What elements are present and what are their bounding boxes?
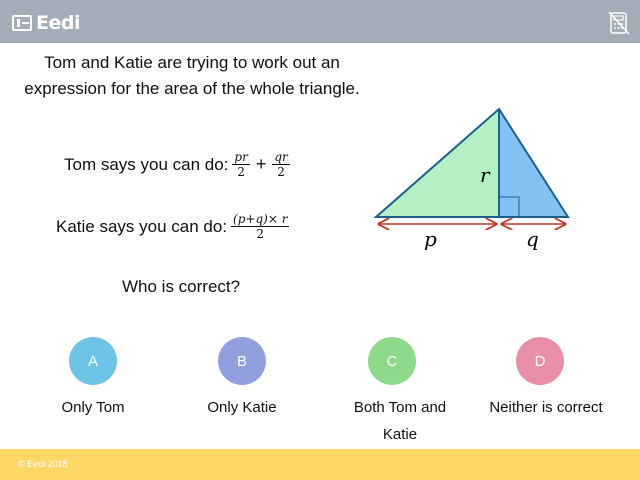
tom-fraction-1: pr 2: [232, 150, 250, 179]
tom-fraction-2-numerator: qr: [272, 150, 290, 165]
option-b-text: Only Katie: [207, 399, 277, 416]
option-d-button[interactable]: D: [516, 337, 564, 385]
label-p: p: [424, 227, 437, 251]
brand-name: Eedi: [36, 12, 80, 34]
katie-fraction-denominator: 2: [256, 227, 265, 241]
option-c-text: Both Tom and Katie: [353, 399, 447, 443]
triangle-diagram: r p q: [373, 107, 570, 251]
option-d-text: Neither is correct: [489, 399, 603, 416]
top-bar: Eedi: [0, 0, 640, 43]
katie-method: Katie says you can do: (p+q)× r 2: [56, 212, 290, 241]
question-text: Tom and Katie are trying to work out an …: [24, 53, 360, 98]
eedi-logo: Eedi: [12, 12, 80, 34]
katie-method-label: Katie says you can do:: [56, 216, 228, 236]
katie-fraction-numerator: (p+q)× r: [231, 212, 290, 227]
tom-fraction-1-denominator: 2: [237, 165, 245, 179]
tom-method: Tom says you can do: pr 2 + qr 2: [64, 150, 290, 179]
footer-bar: © Eedi 2018: [0, 449, 640, 480]
option-a-button[interactable]: A: [69, 337, 117, 385]
who-is-correct-prompt: Who is correct?: [122, 277, 241, 296]
calculator-crossed-icon: [608, 11, 630, 35]
plus-sign: +: [255, 154, 267, 174]
option-c-button[interactable]: C: [368, 337, 416, 385]
label-r: r: [480, 163, 491, 187]
tom-fraction-2: qr 2: [272, 150, 290, 179]
option-a-text: Only Tom: [61, 399, 125, 416]
katie-fraction: (p+q)× r 2: [231, 212, 290, 241]
tom-fraction-2-denominator: 2: [277, 165, 285, 179]
eedi-logo-icon: [12, 15, 32, 31]
tom-fraction-1-numerator: pr: [232, 150, 250, 165]
tom-method-label: Tom says you can do:: [64, 154, 229, 174]
label-q: q: [526, 227, 539, 251]
option-b-button[interactable]: B: [218, 337, 266, 385]
copyright-text: © Eedi 2018: [18, 459, 68, 469]
